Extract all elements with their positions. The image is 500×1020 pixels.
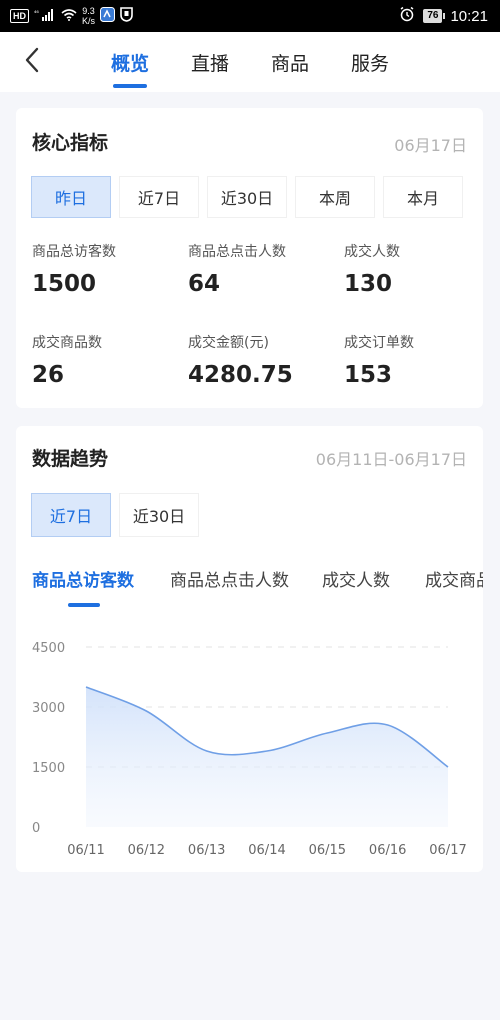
metric-value: 4280.75 <box>188 362 293 388</box>
clock: 10:21 <box>450 7 488 25</box>
status-left: HD ⁴⁶ 9.3 K/s <box>10 0 133 32</box>
tab-products[interactable]: 商品 <box>250 32 330 92</box>
app-notification-icon <box>100 7 116 25</box>
speed-unit: K/s <box>82 16 96 26</box>
trend-chart: 0 1500 3000 4500 06/11 06/12 06/13 06/14 06/15 0… <box>32 641 467 858</box>
metric-buyers[interactable]: 成交人数 130 <box>344 241 400 297</box>
metric-tab-clicks[interactable]: 商品总点击人数 <box>170 566 289 591</box>
alarm-icon <box>399 6 415 27</box>
active-tab-indicator <box>68 603 100 607</box>
nav-tabs: 概览 直播 商品 服务 <box>90 32 410 92</box>
network-speed: 9.3 K/s <box>82 6 95 26</box>
metric-orders[interactable]: 成交订单数 153 <box>344 332 414 388</box>
metric-label: 成交人数 <box>344 244 400 260</box>
range-30-days[interactable]: 近30日 <box>207 176 287 218</box>
status-right: 76 10:21 <box>399 0 488 32</box>
metric-tab-buyers[interactable]: 成交人数 <box>322 566 390 591</box>
tab-services[interactable]: 服务 <box>330 32 410 92</box>
battery-indicator: 76 <box>423 9 446 23</box>
wifi-icon <box>61 8 77 24</box>
chevron-left-icon <box>25 47 39 73</box>
y-tick-label: 3000 <box>32 701 65 716</box>
metric-value: 1500 <box>32 271 97 297</box>
y-tick-label: 0 <box>32 821 40 836</box>
x-tick-label: 06/11 <box>67 843 104 858</box>
shield-notification-icon <box>120 7 133 25</box>
metric-total-visitors[interactable]: 商品总访客数 1500 <box>32 241 116 297</box>
metric-label: 商品总访客数 <box>32 244 116 260</box>
x-tick-label: 06/15 <box>309 843 346 858</box>
x-tick-label: 06/14 <box>248 843 285 858</box>
x-tick-label: 06/13 <box>188 843 225 858</box>
speed-value: 9.3 <box>82 6 95 16</box>
metric-tab-items-sold[interactable]: 成交商品数 <box>425 566 483 591</box>
tab-live[interactable]: 直播 <box>170 32 250 92</box>
metric-value: 130 <box>344 271 393 297</box>
y-tick-label: 4500 <box>32 641 65 656</box>
core-metrics-title: 核心指标 <box>32 132 109 154</box>
top-nav: 概览 直播 商品 服务 <box>0 32 500 92</box>
metric-value: 26 <box>32 362 65 388</box>
metric-label: 成交商品数 <box>32 335 102 351</box>
tab-overview[interactable]: 概览 <box>90 32 170 92</box>
metric-tabs: 商品总访客数 商品总点击人数 成交人数 成交商品数 <box>16 566 483 616</box>
range-this-month[interactable]: 本月 <box>383 176 463 218</box>
network-type-label: ⁴⁶ <box>34 10 39 17</box>
trend-range-selector: 近7日 近30日 <box>31 493 199 537</box>
hd-badge: HD <box>10 9 29 23</box>
metric-label: 成交金额(元) <box>188 335 269 351</box>
status-bar: HD ⁴⁶ 9.3 K/s 76 10:21 <box>0 0 500 32</box>
metric-value: 153 <box>344 362 393 388</box>
metric-sales-amount[interactable]: 成交金额(元) 4280.75 <box>188 332 293 388</box>
x-tick-label: 06/16 <box>369 843 406 858</box>
trend-range-7-days[interactable]: 近7日 <box>31 493 111 537</box>
range-7-days[interactable]: 近7日 <box>119 176 199 218</box>
range-yesterday[interactable]: 昨日 <box>31 176 111 218</box>
data-trend-card: 数据趋势 06月11日-06月17日 近7日 近30日 商品总访客数 商品总点击… <box>16 426 483 872</box>
back-button[interactable] <box>18 44 46 76</box>
core-metrics-card: 核心指标 06月17日 昨日 近7日 近30日 本周 本月 商品总访客数 150… <box>16 108 483 408</box>
metric-tab-visitors[interactable]: 商品总访客数 <box>32 566 134 591</box>
core-metrics-date: 06月17日 <box>394 136 467 155</box>
trend-range-30-days[interactable]: 近30日 <box>119 493 199 537</box>
range-this-week[interactable]: 本周 <box>295 176 375 218</box>
x-tick-label: 06/17 <box>429 843 466 858</box>
cellular-signal-icon: ⁴⁶ <box>34 8 56 24</box>
x-tick-label: 06/12 <box>128 843 165 858</box>
metric-value: 64 <box>188 271 221 297</box>
metric-total-clicks[interactable]: 商品总点击人数 64 <box>188 241 286 297</box>
metric-label: 商品总点击人数 <box>188 244 286 260</box>
trend-date-range: 06月11日-06月17日 <box>315 450 467 469</box>
trend-title: 数据趋势 <box>32 448 109 470</box>
y-tick-label: 1500 <box>32 761 65 776</box>
metric-items-sold[interactable]: 成交商品数 26 <box>32 332 102 388</box>
metric-label: 成交订单数 <box>344 335 414 351</box>
core-range-selector: 昨日 近7日 近30日 本周 本月 <box>31 176 463 218</box>
